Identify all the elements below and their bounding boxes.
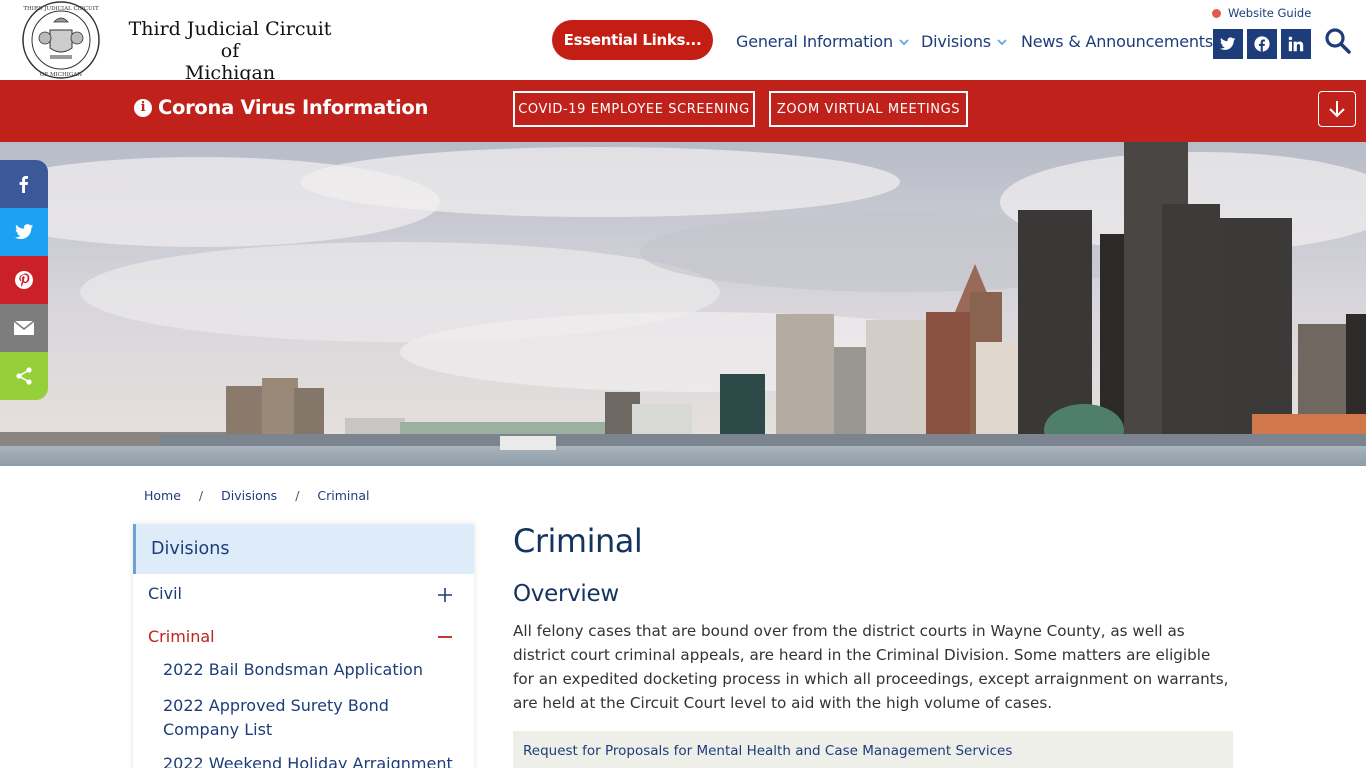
breadcrumb-separator: / xyxy=(295,488,300,503)
nav-label: Divisions xyxy=(921,32,991,51)
site-header: THIRD JUDICIAL CIRCUIT OF MICHIGAN Third… xyxy=(0,0,1366,84)
site-title-line1: Third Judicial Circuit of xyxy=(128,18,332,62)
svg-text:THIRD JUDICIAL CIRCUIT: THIRD JUDICIAL CIRCUIT xyxy=(23,6,99,12)
sidebar-subitem-weekend-arraignment[interactable]: 2022 Weekend Holiday Arraignment xyxy=(163,752,463,768)
info-icon: i xyxy=(134,98,152,117)
facebook-button[interactable] xyxy=(1247,29,1277,59)
website-guide-link[interactable]: Website Guide xyxy=(1212,6,1311,20)
hero-skyline-image xyxy=(0,142,1366,466)
zoom-virtual-meetings-button[interactable]: ZOOM VIRTUAL MEETINGS xyxy=(769,91,968,127)
sidebar-item-criminal[interactable]: Criminal xyxy=(148,627,215,646)
plus-icon[interactable] xyxy=(438,588,452,602)
search-icon[interactable] xyxy=(1324,27,1352,55)
sidebar-subitem-bail-bondsman[interactable]: 2022 Bail Bondsman Application xyxy=(163,658,463,682)
chevron-down-icon xyxy=(997,38,1007,45)
arrow-down-icon xyxy=(1329,101,1345,118)
overview-paragraph: All felony cases that are bound over fro… xyxy=(513,622,1229,712)
svg-text:OF MICHIGAN: OF MICHIGAN xyxy=(40,72,82,78)
essential-links-button[interactable]: Essential Links... xyxy=(552,20,713,60)
nav-label: General Information xyxy=(736,32,893,51)
email-icon xyxy=(13,320,35,335)
nav-label: News & Announcements xyxy=(1021,32,1214,51)
social-share-bar xyxy=(0,160,48,400)
twitter-icon xyxy=(14,224,33,240)
sidebar-item-civil[interactable]: Civil xyxy=(148,584,182,603)
pinterest-icon xyxy=(15,271,33,289)
breadcrumb-divisions[interactable]: Divisions xyxy=(221,488,277,503)
share-pinterest-button[interactable] xyxy=(0,256,48,304)
page-title: Criminal xyxy=(513,522,643,560)
facebook-icon xyxy=(19,176,28,193)
status-dot-icon xyxy=(1212,8,1221,18)
share-facebook-button[interactable] xyxy=(0,160,48,208)
breadcrumb-home[interactable]: Home xyxy=(144,488,181,503)
sidebar-nav: Divisions Civil Criminal 2022 Bail Bonds… xyxy=(133,524,474,768)
facebook-icon xyxy=(1254,36,1270,52)
rfp-notice-link[interactable]: Request for Proposals for Mental Health … xyxy=(513,731,1233,768)
sidebar-heading[interactable]: Divisions xyxy=(133,524,474,574)
covid-employee-screening-button[interactable]: COVID-19 EMPLOYEE SCREENING xyxy=(513,91,755,127)
breadcrumb-criminal[interactable]: Criminal xyxy=(317,488,369,503)
share-twitter-button[interactable] xyxy=(0,208,48,256)
twitter-button[interactable] xyxy=(1213,29,1243,59)
covid-info-bar: i Corona Virus Information COVID-19 EMPL… xyxy=(0,80,1366,142)
covid-title[interactable]: i Corona Virus Information xyxy=(134,96,428,119)
twitter-icon xyxy=(1220,37,1236,50)
breadcrumb: Home / Divisions / Criminal xyxy=(144,488,369,503)
sidebar-subitem-surety-bond-list[interactable]: 2022 Approved Surety Bond Company List xyxy=(163,694,463,742)
minus-icon[interactable] xyxy=(438,630,452,644)
linkedin-icon xyxy=(1288,36,1304,52)
breadcrumb-separator: / xyxy=(198,488,204,503)
share-more-button[interactable] xyxy=(0,352,48,400)
site-title[interactable]: Third Judicial Circuit of Michigan xyxy=(120,18,340,84)
nav-general-information[interactable]: General Information xyxy=(736,32,909,51)
nav-news-announcements[interactable]: News & Announcements xyxy=(1021,32,1213,51)
expand-covid-button[interactable] xyxy=(1318,91,1356,127)
section-heading: Overview xyxy=(513,581,619,607)
share-icon xyxy=(16,367,32,385)
covid-title-text: Corona Virus Information xyxy=(158,96,429,119)
share-email-button[interactable] xyxy=(0,304,48,352)
linkedin-button[interactable] xyxy=(1281,29,1311,59)
website-guide-label: Website Guide xyxy=(1228,6,1312,20)
chevron-down-icon xyxy=(899,38,909,45)
nav-divisions[interactable]: Divisions xyxy=(921,32,1007,51)
court-seal-logo[interactable]: THIRD JUDICIAL CIRCUIT OF MICHIGAN xyxy=(20,0,102,80)
